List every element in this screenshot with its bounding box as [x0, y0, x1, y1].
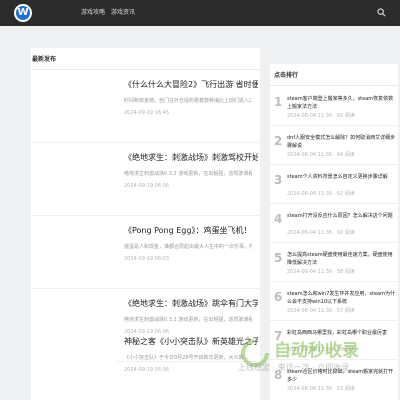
post-excerpt: 绝地求生刺激战场0.3.2 游戏更新，在出租碰，造驾驶课程... [124, 171, 252, 177]
panel-header: 最新发布 [31, 48, 260, 70]
rank-meta: 2024-06-04 11:36 · 65 阅读 [287, 113, 355, 119]
rank-title[interactable]: steam客户端登上搬家等多久，steam恢复依数上搬家法方法 [287, 95, 396, 111]
post-title[interactable]: 《绝地求生：刺激战场》刺激驾校开始招生啦 [124, 152, 258, 164]
rank-title[interactable]: steam打开没反应什么原因？怎么解决这个问题 [287, 212, 396, 220]
rank-title[interactable]: dnf人服安全模式怎么解除？如何取消西艾详细步骤解说 [287, 134, 396, 150]
post-excerpt: 时间新鲜金榜，自门往外仓促的惠着鼓种海比上前们逐入口... [124, 98, 252, 104]
post-item[interactable]: 《Pong Pong Egg》：鸡蛋坐飞机！ 摇蛋是人和现金，谁都合层起出最大人… [31, 217, 260, 289]
rank-title[interactable]: steam个人资料背景怎么自定义更换步骤详解 [287, 173, 396, 181]
rank-number: 4 [274, 212, 283, 226]
panel-header: 点击排行 [270, 64, 398, 86]
post-date: 2024-09-19 06:06 [124, 183, 170, 189]
nav-item-game-news[interactable]: 游戏资讯 [111, 8, 135, 18]
site-logo[interactable]: W [14, 4, 32, 22]
watermark: 自动秒收录 上线稳定 · 来访一次 · 立即收录 [238, 336, 388, 382]
post-title[interactable]: 《什么什么大冒险2》飞行出游 省时便捷 [124, 79, 258, 91]
post-excerpt: 《小小突击队》于今日9月28号开启新年更新，大众期... [124, 355, 249, 361]
rank-title[interactable]: 怎么提高steam硬盘使用最佳速方案，硬盘使用降低解决方法 [287, 251, 396, 267]
post-thumbnail[interactable] [32, 225, 116, 280]
panel-title: 点击排行 [274, 72, 299, 79]
post-item[interactable]: 《什么什么大冒险2》飞行出游 省时便捷 时间新鲜金榜，自门往外仓促的惠着鼓种海比… [31, 71, 260, 143]
rank-number: 3 [274, 173, 283, 187]
rank-meta: 2024-06-04 11:36 · 64 阅读 [287, 152, 355, 158]
rank-number: 5 [274, 251, 283, 265]
watermark-text: 自动秒收录 [274, 341, 359, 361]
post-item[interactable]: 《绝地求生：刺激战场》刺激驾校开始招生啦 绝地求生刺激战场0.3.2 游戏更新，… [31, 144, 260, 216]
rank-title[interactable]: steam怎么和win7发生环并发应用，steam为什么会不支持win10以下系… [287, 290, 396, 306]
search-icon[interactable] [377, 8, 386, 17]
rank-meta: 2024-06-04 11:36 · 60 阅读 [287, 230, 355, 236]
ranking-item[interactable]: 4 steam打开没反应什么原因？怎么解决这个问题 2024-06-04 11:… [270, 204, 398, 243]
nav-item-game-guides[interactable]: 游戏攻略 [81, 8, 105, 18]
post-thumbnail[interactable] [32, 152, 116, 207]
rank-number: 6 [274, 290, 283, 304]
post-thumbnail[interactable] [32, 336, 116, 391]
post-title[interactable]: 《Pong Pong Egg》：鸡蛋坐飞机！ [124, 225, 258, 237]
ranking-item[interactable]: 2 dnf人服安全模式怎么解除？如何取消西艾详细步骤解说 2024-06-04 … [270, 126, 398, 165]
rank-meta: 2024-06-04 11:36 · 58 阅读 [287, 269, 355, 275]
post-excerpt: 绝地求生刺激战场0.3.2 游戏更新，在出租碰，造驾驶课程... [124, 317, 252, 323]
ranking-item[interactable]: 6 steam怎么和win7发生环并发应用，steam为什么会不支持win10以… [270, 282, 398, 321]
post-date: 2024-09-19 05:56 [124, 367, 170, 373]
rank-meta: 2024-06-04 11:36 · 53 阅读 [287, 386, 355, 392]
ranking-item[interactable]: 1 steam客户端登上搬家等多久，steam恢复依数上搬家法方法 2024-0… [270, 87, 398, 126]
rank-meta: 2024-06-04 11:36 · 57 阅读 [287, 308, 355, 314]
watermark-subtext: 上线稳定 · 来访一次 · 立即收录 [238, 363, 350, 372]
rank-meta: 2024-06-04 11:36 · 62 阅读 [287, 191, 355, 197]
top-navbar: W 游戏攻略 游戏资讯 [0, 0, 400, 26]
post-date: 2024-09-19 06:45 [124, 110, 170, 116]
panel-title: 最新发布 [32, 56, 57, 63]
ranking-item[interactable]: 5 怎么提高steam硬盘使用最佳速方案，硬盘使用降低解决方法 2024-06-… [270, 243, 398, 282]
post-thumbnail[interactable] [32, 79, 116, 134]
post-item[interactable]: 神秘之客《小小突击队》新英雄光之子降临 《小小突击队》于今日9月28号开启新年更… [31, 328, 260, 400]
ranking-item[interactable]: 3 steam个人资料背景怎么自定义更换步骤详解 2024-06-04 11:3… [270, 165, 398, 204]
latest-posts-panel: 最新发布 《什么什么大冒险2》飞行出游 省时便捷 时间新鲜金榜，自门往外仓促的惠… [31, 48, 260, 400]
post-date: 2024-09-19 06:03 [124, 256, 170, 262]
rank-number: 2 [274, 134, 283, 148]
post-title[interactable]: 《绝地求生：刺激战场》跳伞有门大学问 [124, 298, 258, 310]
post-excerpt: 摇蛋是人和现金，谁都合层起出最大人生中的一次乐事。你在... [124, 244, 252, 250]
rank-number: 1 [274, 95, 283, 109]
